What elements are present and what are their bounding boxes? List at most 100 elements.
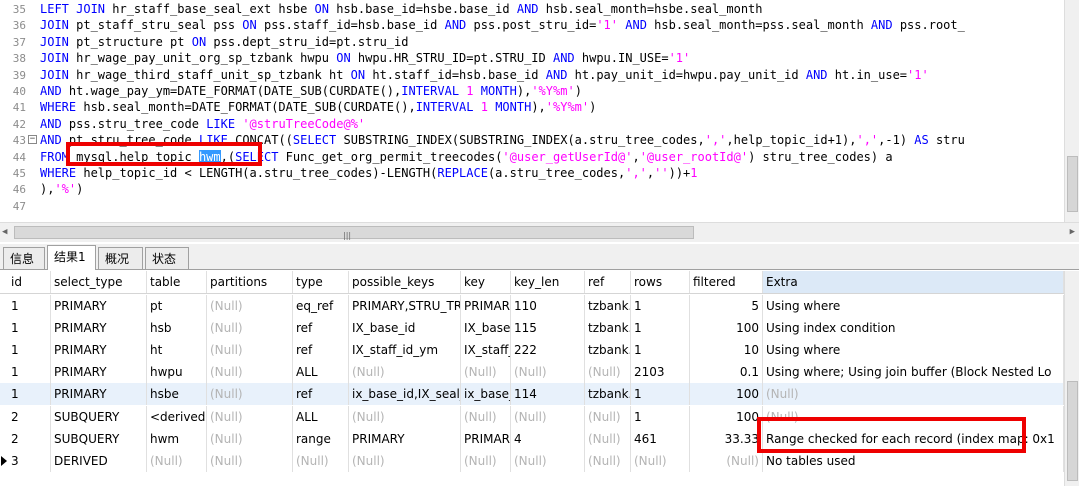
table-cell[interactable]: (Null) (147, 449, 207, 472)
table-cell[interactable]: 5 (690, 295, 763, 317)
table-cell[interactable]: 110 (511, 295, 585, 317)
table-cell[interactable]: 3 (8, 449, 51, 472)
table-cell[interactable]: 1 (8, 383, 51, 406)
table-cell[interactable]: tzbank. (585, 317, 631, 340)
table-cell[interactable]: 10 (690, 339, 763, 362)
table-cell[interactable]: (Null) (349, 361, 461, 384)
table-cell[interactable]: range (293, 427, 349, 450)
code-line[interactable]: 43− AND pt.stru_tree_code LIKE CONCAT((SE… (0, 132, 965, 148)
column-header-id[interactable]: id (8, 271, 51, 293)
table-row[interactable]: 2 SUBQUERY hwm (Null) range PRIMARY PRIMAR 4 (Nu… (0, 427, 1064, 450)
table-row[interactable]: 3 DERIVED (Null) (Null) (Null) (Null) (Null) (N… (0, 449, 1064, 472)
table-cell[interactable]: (Null) (349, 449, 461, 472)
column-header-key-len[interactable]: key_len (511, 271, 585, 293)
table-cell[interactable]: (Null) (207, 295, 293, 317)
table-cell[interactable]: 2103 (631, 361, 690, 384)
table-cell[interactable]: hsb (147, 317, 207, 340)
table-row[interactable]: 1 PRIMARY pt (Null) eq_ref PRIMARY,STRU_TR PRI… (0, 295, 1064, 317)
table-cell[interactable]: (Null) (207, 405, 293, 428)
table-cell[interactable]: pt (147, 295, 207, 317)
table-cell[interactable]: (Null) (690, 449, 763, 472)
table-cell[interactable]: ix_base_ (461, 383, 511, 406)
editor-vertical-scrollbar[interactable] (1064, 0, 1079, 222)
table-cell[interactable]: PRIMARY (51, 339, 147, 362)
grid-vertical-scrollbar[interactable] (1064, 271, 1079, 486)
editor-horizontal-scroll-thumb[interactable]: ||| (14, 226, 694, 240)
table-cell[interactable]: PRIMARY,STRU_TR (349, 295, 461, 317)
table-cell[interactable]: 100 (690, 317, 763, 340)
table-cell[interactable]: (Null) (207, 383, 293, 406)
table-row[interactable]: 2 SUBQUERY <derived3 (Null) ALL (Null) (Null)(… (0, 405, 1064, 428)
table-cell[interactable]: (Null) (763, 405, 1064, 428)
table-cell[interactable]: Using where (763, 339, 1064, 362)
table-cell[interactable]: ref (293, 383, 349, 406)
table-cell[interactable]: 461 (631, 427, 690, 450)
table-cell[interactable]: 33.33 (690, 427, 763, 450)
table-cell[interactable]: 100 (690, 405, 763, 428)
code-line[interactable]: 41 WHERE hsb.seal_month=DATE_FORMAT(DATE_… (0, 99, 597, 115)
explain-result-grid[interactable]: id select_type table partitions type possible… (0, 271, 1064, 486)
table-cell[interactable]: tzbank. (585, 295, 631, 317)
table-cell[interactable]: hsbe (147, 383, 207, 406)
table-cell[interactable]: Using where (763, 295, 1064, 317)
table-cell[interactable]: SUBQUERY (51, 405, 147, 428)
table-cell[interactable]: 4 (511, 427, 585, 450)
table-cell[interactable]: (Null) (511, 449, 585, 472)
table-cell[interactable]: 0.1 (690, 361, 763, 384)
scroll-right-arrow-icon[interactable]: ▶ (1070, 227, 1075, 237)
table-cell[interactable]: (Null) (207, 317, 293, 340)
table-cell[interactable]: (Null) (763, 383, 1064, 406)
sql-editor[interactable]: 35 LEFT JOIN hr_staff_base_seal_ext hsbe … (0, 0, 1079, 222)
code-line[interactable]: 39 JOIN hr_wage_third_staff_unit_sp_tzban… (0, 67, 929, 83)
table-cell[interactable]: (Null) (461, 449, 511, 472)
column-header-rows[interactable]: rows (631, 271, 690, 293)
editor-vertical-scroll-thumb[interactable] (1067, 156, 1078, 212)
table-cell[interactable]: Range checked for each record (index map… (763, 427, 1064, 450)
code-line[interactable]: 45 WHERE help_topic_id < LENGTH(a.stru_tr… (0, 165, 698, 181)
table-row[interactable]: 1 PRIMARY ht (Null) ref IX_staff_id_ym IX_staf… (0, 339, 1064, 362)
code-line[interactable]: 35 LEFT JOIN hr_staff_base_seal_ext hsbe … (0, 1, 763, 17)
table-cell[interactable]: eq_ref (293, 295, 349, 317)
table-cell[interactable]: PRIMAR (461, 295, 511, 317)
table-cell[interactable]: SUBQUERY (51, 427, 147, 450)
table-cell[interactable]: 114 (511, 383, 585, 406)
table-cell[interactable]: (Null) (461, 361, 511, 384)
code-line[interactable]: 36 JOIN pt_staff_stru_seal pss ON pss.sta… (0, 17, 965, 33)
column-header-partitions[interactable]: partitions (207, 271, 293, 293)
table-cell[interactable]: ALL (293, 361, 349, 384)
table-cell[interactable]: 115 (511, 317, 585, 340)
table-cell[interactable]: IX_base_ (461, 317, 511, 340)
column-header-table[interactable]: table (147, 271, 207, 293)
table-cell[interactable]: 222 (511, 339, 585, 362)
table-cell[interactable]: (Null) (207, 449, 293, 472)
table-cell[interactable]: PRIMAR (461, 427, 511, 450)
code-line[interactable]: 42 AND pss.stru_tree_code LIKE '@struTree… (0, 116, 365, 132)
table-cell[interactable]: PRIMARY (349, 427, 461, 450)
tab-status[interactable]: 状态 (145, 247, 189, 269)
table-cell[interactable]: 1 (8, 295, 51, 317)
table-row[interactable]: 1PRIMARYhsb(Null)refIX_base_idIX_base_11… (0, 317, 1064, 340)
code-line[interactable]: 46),'%') (0, 181, 84, 197)
table-cell[interactable]: 1 (631, 383, 690, 406)
table-cell[interactable]: ht (147, 339, 207, 362)
table-cell[interactable]: (Null) (585, 427, 631, 450)
column-header-key[interactable]: key (461, 271, 511, 293)
table-cell[interactable]: 100 (690, 383, 763, 406)
table-cell[interactable]: ref (293, 317, 349, 340)
table-cell[interactable]: 1 (631, 295, 690, 317)
code-line[interactable]: 47 (0, 198, 40, 214)
table-cell[interactable]: ref (293, 339, 349, 362)
column-header-possible-keys[interactable]: possible_keys (349, 271, 461, 293)
table-cell[interactable]: hwm (147, 427, 207, 450)
editor-horizontal-scrollbar[interactable]: ◀ ||| ▶ (0, 222, 1079, 242)
table-cell[interactable]: ix_base_id,IX_seal_ (349, 383, 461, 406)
table-cell[interactable]: hwpu (147, 361, 207, 384)
table-cell[interactable]: (Null) (511, 361, 585, 384)
table-cell[interactable]: PRIMARY (51, 317, 147, 340)
table-cell[interactable]: (Null) (631, 449, 690, 472)
table-cell[interactable]: IX_staff_id_ym (349, 339, 461, 362)
table-cell[interactable]: (Null) (293, 449, 349, 472)
table-cell[interactable]: (Null) (349, 405, 461, 428)
table-cell[interactable]: tzbank. (585, 383, 631, 406)
table-cell[interactable]: DERIVED (51, 449, 147, 472)
